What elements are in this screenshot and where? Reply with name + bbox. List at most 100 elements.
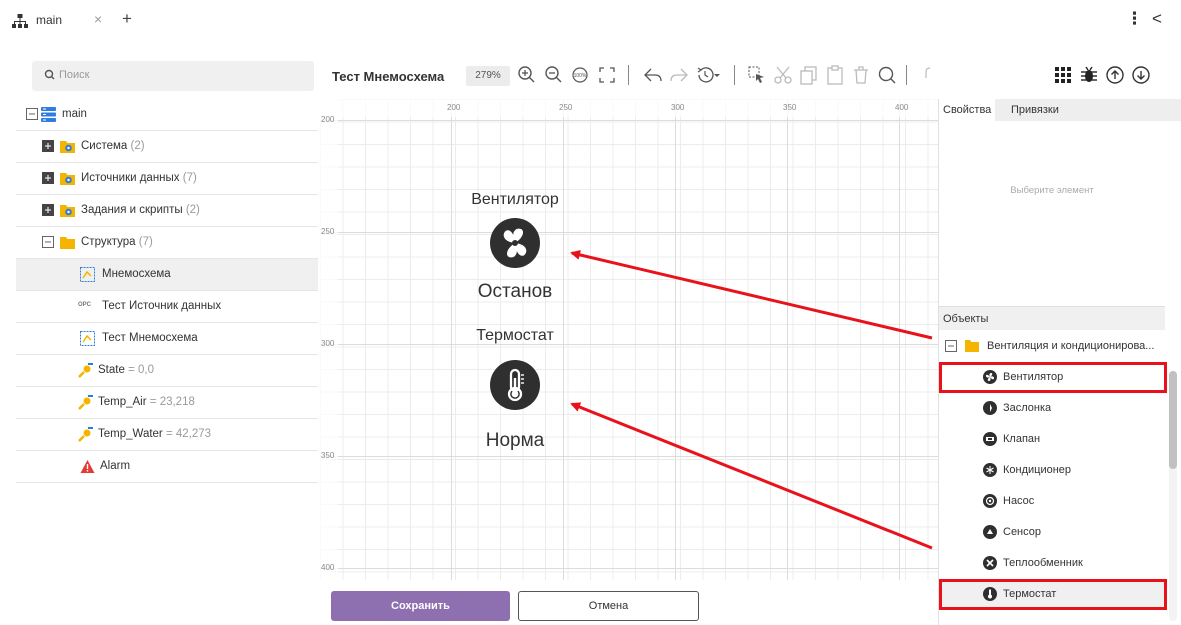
toolbar-divider: [628, 65, 629, 85]
delete-icon[interactable]: [850, 64, 872, 86]
properties-tabs: Свойства Привязки: [939, 99, 1181, 121]
zoom-level[interactable]: 279%: [466, 66, 510, 86]
close-icon[interactable]: ×: [94, 11, 102, 27]
object-item-conditioner[interactable]: Кондиционер: [939, 455, 1165, 486]
fan-caption[interactable]: Вентилятор: [455, 191, 575, 209]
title-bar: main × + ⋮ <: [0, 0, 1181, 40]
zoom-in-icon[interactable]: [516, 64, 538, 86]
object-item-valve[interactable]: Клапан: [939, 424, 1165, 455]
ruler-tick: 400: [895, 103, 909, 112]
ruler-vertical: 200 250 300 350 400: [320, 99, 338, 625]
save-button[interactable]: Сохранить: [331, 591, 510, 621]
diagram-icon: [80, 267, 95, 282]
cut-icon[interactable]: [772, 64, 794, 86]
more-icon[interactable]: ⋮: [1126, 9, 1143, 29]
tree-item-label: Temp_Water: [98, 428, 163, 440]
thermostat-icon[interactable]: [490, 360, 540, 410]
item-count: (2): [185, 204, 200, 216]
tree-item-structure[interactable]: Структура (7): [16, 227, 318, 259]
chevron-down-icon[interactable]: [712, 64, 722, 86]
tag-icon: [78, 395, 93, 410]
tag-icon: [78, 363, 93, 378]
grid-icon[interactable]: [1052, 64, 1074, 86]
add-tab-icon[interactable]: +: [122, 9, 132, 29]
toolbar-divider: [734, 65, 735, 85]
object-item-pump[interactable]: Насос: [939, 486, 1165, 517]
damper-icon: [983, 401, 997, 415]
collapse-icon[interactable]: <: [1152, 9, 1162, 29]
fit-screen-icon[interactable]: [596, 64, 618, 86]
folder-gear-icon: [60, 173, 75, 185]
tab-properties[interactable]: Свойства: [939, 99, 996, 121]
undo-icon[interactable]: [642, 64, 664, 86]
fan-icon[interactable]: [490, 218, 540, 268]
ruler-tick: 250: [321, 227, 335, 236]
object-item-damper[interactable]: Заслонка: [939, 393, 1165, 424]
tag-value: = 23,218: [149, 396, 195, 408]
sensor-icon: [983, 525, 997, 539]
item-count: (2): [130, 140, 145, 152]
tree-item-mnemoscheme[interactable]: Мнемосхема: [16, 259, 318, 291]
heat-exchanger-icon: [983, 556, 997, 570]
diagram-canvas[interactable]: 200 250 300 350 400 200 250 300 350 400 …: [320, 99, 938, 625]
tag-value: = 0,0: [128, 364, 154, 376]
select-icon[interactable]: [746, 64, 768, 86]
item-count: (7): [182, 172, 197, 184]
tree-item-label: Мнемосхема: [102, 268, 171, 280]
object-item-sensor[interactable]: Сенсор: [939, 517, 1165, 548]
object-item-thermostat[interactable]: Термостат: [939, 579, 1167, 610]
debug-icon[interactable]: [1078, 64, 1100, 86]
object-label: Насос: [1003, 495, 1035, 507]
paste-icon[interactable]: [824, 64, 846, 86]
tree-item-system[interactable]: Система (2): [16, 131, 318, 163]
snowflake-icon: [983, 463, 997, 477]
search-input[interactable]: Поиск: [32, 61, 314, 91]
objects-header-label: Объекты: [943, 313, 989, 325]
tree-item-alarm[interactable]: Alarm: [16, 451, 318, 483]
folder-gear-icon: [60, 205, 75, 217]
collapse-icon[interactable]: [42, 236, 54, 248]
tree-item-test-source[interactable]: OPC Тест Источник данных: [16, 291, 318, 323]
tree-item-data-sources[interactable]: Источники данных (7): [16, 163, 318, 195]
database-icon: [41, 107, 56, 122]
hierarchy-icon: [12, 14, 28, 28]
object-group-ventilation[interactable]: Вентиляция и кондиционирова...: [939, 332, 1165, 360]
tree-item-root[interactable]: main: [16, 99, 318, 131]
tree-item-label: Тест Мнемосхема: [102, 332, 198, 344]
tree-item-temp-air[interactable]: Temp_Air = 23,218: [16, 387, 318, 419]
tree-item-temp-water[interactable]: Temp_Water = 42,273: [16, 419, 318, 451]
grid-line: [787, 99, 788, 625]
tree-item-tasks[interactable]: Задания и скрипты (2): [16, 195, 318, 227]
ruler-tick: 200: [447, 103, 461, 112]
zoom-out-icon[interactable]: [543, 64, 565, 86]
zoom-100-icon[interactable]: 100%: [570, 64, 592, 86]
expand-icon[interactable]: [42, 140, 54, 152]
ruler-tick: 400: [321, 563, 335, 572]
expand-icon[interactable]: [42, 172, 54, 184]
copy-icon[interactable]: [798, 64, 820, 86]
scroll-thumb[interactable]: [1169, 371, 1177, 469]
bracket-icon[interactable]: [922, 64, 934, 86]
tree-item-state[interactable]: State = 0,0: [16, 355, 318, 387]
object-label: Кондиционер: [1003, 464, 1072, 476]
objects-scrollbar[interactable]: [1169, 371, 1177, 621]
download-icon[interactable]: [1130, 64, 1152, 86]
grid-line: [451, 99, 452, 625]
collapse-icon[interactable]: [945, 340, 957, 352]
editor-title: Тест Мнемосхема: [332, 69, 445, 84]
tree-item-test-scheme[interactable]: Тест Мнемосхема: [16, 323, 318, 355]
tree-item-label: Задания и скрипты: [81, 204, 183, 216]
thermostat-caption[interactable]: Термостат: [455, 327, 575, 345]
tab-label: main: [36, 13, 63, 27]
collapse-icon[interactable]: [26, 108, 38, 120]
alarm-icon: [80, 460, 95, 473]
object-item-fan[interactable]: Вентилятор: [939, 362, 1167, 393]
cancel-button[interactable]: Отмена: [518, 591, 699, 621]
ruler-horizontal: 200 250 300 350 400: [320, 99, 938, 117]
expand-icon[interactable]: [42, 204, 54, 216]
upload-icon[interactable]: [1104, 64, 1126, 86]
search-icon[interactable]: [876, 64, 898, 86]
tab-bindings[interactable]: Привязки: [1011, 104, 1059, 116]
redo-icon[interactable]: [668, 64, 690, 86]
object-item-heat-exchanger[interactable]: Теплообменник: [939, 548, 1165, 579]
